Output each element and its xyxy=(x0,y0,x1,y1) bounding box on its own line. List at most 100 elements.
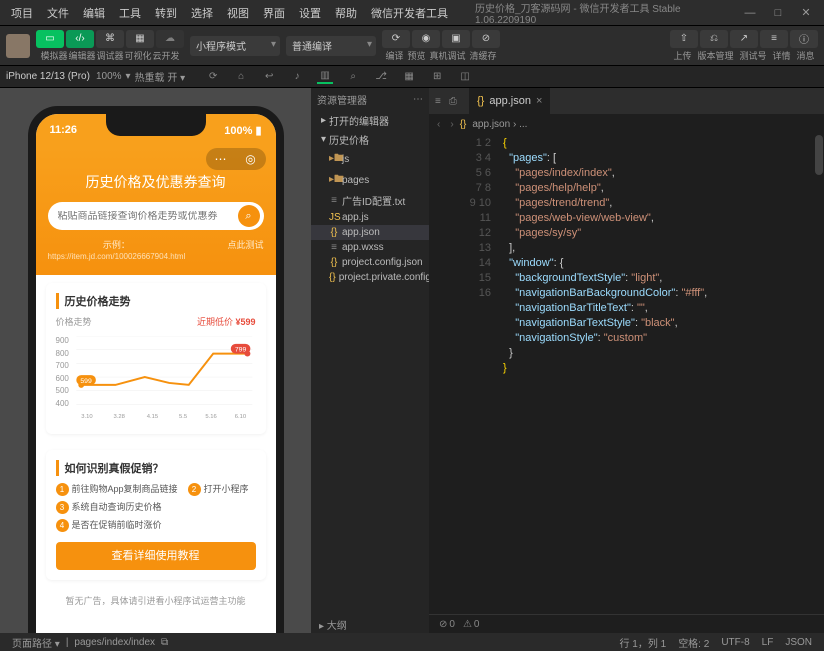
preview-button[interactable]: ◉ xyxy=(412,30,440,48)
ytick: 900 xyxy=(56,336,69,345)
sb-lang[interactable]: JSON xyxy=(779,637,818,648)
sb-pagepath[interactable]: pages/index/index xyxy=(68,637,161,648)
sb-search-icon[interactable]: ⌕ xyxy=(345,70,361,84)
sb-spaces[interactable]: 空格: 2 xyxy=(672,635,715,650)
compile-button[interactable]: ⟳ xyxy=(382,30,410,48)
tree-file-adtxt[interactable]: ≡广告ID配置.txt xyxy=(311,191,429,210)
tutorial-button[interactable]: 查看详细使用教程 xyxy=(56,542,256,570)
example-test-link[interactable]: 点此测试 xyxy=(227,238,263,261)
menu-edit[interactable]: 编辑 xyxy=(76,5,112,21)
minimize-button[interactable]: — xyxy=(736,3,764,23)
menu-select[interactable]: 选择 xyxy=(184,5,220,21)
tb-label-debugger: 调试器 xyxy=(96,49,123,62)
tree-file-appjson[interactable]: {}app.json xyxy=(311,225,429,240)
editor-scrollbar[interactable] xyxy=(814,134,824,614)
sb-cursor[interactable]: 行 1，列 1 xyxy=(614,635,673,650)
code-body[interactable]: { "pages": [ "pages/index/index", "pages… xyxy=(497,134,814,614)
lbl-upload: 上传 xyxy=(673,49,691,62)
outline-header[interactable]: ▸ 大纲 xyxy=(311,615,429,633)
menu-ui[interactable]: 界面 xyxy=(256,5,292,21)
svg-text:799: 799 xyxy=(235,347,247,354)
maximize-button[interactable]: □ xyxy=(764,3,792,23)
editor-pane: ≡ ⎙ {} app.json × ‹ › {} app.json › ... … xyxy=(429,88,824,633)
remote-debug-button[interactable]: ▣ xyxy=(442,30,470,48)
sb-back-icon[interactable]: ↩ xyxy=(261,70,277,84)
menu-project[interactable]: 项目 xyxy=(4,5,40,21)
test-account-button[interactable]: ↗ xyxy=(730,30,758,48)
miniprogram-capsule[interactable]: ⋯ ◎ xyxy=(206,148,266,170)
tree-file-projectprivate[interactable]: {}project.private.config.js… xyxy=(311,270,429,285)
tree-file-appjs[interactable]: JSapp.js xyxy=(311,210,429,225)
explorer-more-icon[interactable]: ⋯ xyxy=(413,94,423,105)
menu-goto[interactable]: 转到 xyxy=(148,5,184,21)
version-button[interactable]: ⎌ xyxy=(700,30,728,48)
capsule-close-icon[interactable]: ◎ xyxy=(244,152,258,166)
zoom-select[interactable]: 100% xyxy=(96,71,122,82)
search-row: ⌕ xyxy=(48,202,264,230)
chart-lowprice-label: 近期低价 xyxy=(197,317,233,327)
sb-eol[interactable]: LF xyxy=(756,637,780,648)
capsule-menu-icon[interactable]: ⋯ xyxy=(214,152,228,166)
details-button[interactable]: ≡ xyxy=(760,30,788,48)
scene-select[interactable]: 普通编译 xyxy=(286,36,376,56)
clear-cache-button[interactable]: ⊘ xyxy=(472,30,500,48)
message-button[interactable]: ⓘ xyxy=(790,30,818,48)
menu-file[interactable]: 文件 xyxy=(40,5,76,21)
copy-icon[interactable]: ⧉ xyxy=(161,637,168,648)
tree-file-projectconfig[interactable]: {}project.config.json xyxy=(311,255,429,270)
tree-folder-pages[interactable]: ▸🖿pages xyxy=(311,170,429,191)
editor-bookmark-icon[interactable]: ⎙ xyxy=(449,96,457,107)
visual-toggle[interactable]: ▦ xyxy=(126,30,154,48)
lbl-version: 版本管理 xyxy=(697,49,733,62)
tree-open-editors[interactable]: ▸ 打开的编辑器 xyxy=(311,111,429,130)
nav-back-icon[interactable]: ‹ xyxy=(437,119,440,130)
svg-text:3.28: 3.28 xyxy=(113,414,124,420)
simulator-optionbar: iPhone 12/13 (Pro) 100% ▾ 热重载 开 ▾ ⟳ ⌂ ↩ … xyxy=(0,66,824,88)
menu-help[interactable]: 帮助 xyxy=(328,5,364,21)
menu-settings[interactable]: 设置 xyxy=(292,5,328,21)
tree-folder-js[interactable]: ▸🖿js xyxy=(311,149,429,170)
lbl-msg: 消息 xyxy=(797,49,815,62)
ytick: 800 xyxy=(56,349,69,358)
sb-refresh-icon[interactable]: ⟳ xyxy=(205,70,221,84)
ad-note: 暂无广告，具体请引进看小程序试运营主功能 xyxy=(36,594,276,607)
upload-button[interactable]: ⇧ xyxy=(670,30,698,48)
editor-toggle[interactable]: ‹/› xyxy=(66,30,94,48)
search-button[interactable]: ⌕ xyxy=(238,205,260,227)
step-2: 2打开小程序 xyxy=(188,482,249,496)
sb-pagepath-label[interactable]: 页面路径 ▾ xyxy=(6,635,66,650)
close-button[interactable]: ✕ xyxy=(792,3,820,23)
debugger-toggle[interactable]: ⌘ xyxy=(96,30,124,48)
nav-fwd-icon[interactable]: › xyxy=(450,119,453,130)
breadcrumb-text[interactable]: app.json › ... xyxy=(472,119,527,130)
editor-list-icon[interactable]: ≡ xyxy=(435,96,441,107)
phone-frame: 11:26 100% ▮ ⋯ ◎ 历史价格及优惠券查询 ⌕ 示例： xyxy=(28,106,284,633)
avatar[interactable] xyxy=(6,34,30,58)
tab-appjson[interactable]: {} app.json × xyxy=(469,88,550,114)
simulator-toggle[interactable]: ▭ xyxy=(36,30,64,48)
search-input[interactable] xyxy=(58,211,238,222)
sb-page-icon[interactable]: ▥ xyxy=(317,70,333,84)
menu-tool[interactable]: 工具 xyxy=(112,5,148,21)
warnings-count[interactable]: ⚠ 0 xyxy=(463,619,480,630)
sb-branch-icon[interactable]: ⎇ xyxy=(373,70,389,84)
sb-mute-icon[interactable]: ♪ xyxy=(289,70,305,84)
menu-view[interactable]: 视图 xyxy=(220,5,256,21)
hotreload-toggle[interactable]: 热重载 开 ▾ xyxy=(135,69,186,84)
sb-home-icon[interactable]: ⌂ xyxy=(233,70,249,84)
errors-count[interactable]: ⊘ 0 xyxy=(439,619,455,630)
menu-devtools[interactable]: 微信开发者工具 xyxy=(364,5,455,21)
cloud-toggle[interactable]: ☁ xyxy=(156,30,184,48)
sb-bug-icon[interactable]: ⊞ xyxy=(429,70,445,84)
tree-project-root[interactable]: ▾ 历史价格 xyxy=(311,130,429,149)
sb-encoding[interactable]: UTF-8 xyxy=(715,637,755,648)
sb-ext-icon[interactable]: ◫ xyxy=(457,70,473,84)
sb-grid-icon[interactable]: ▦ xyxy=(401,70,417,84)
tab-close-icon[interactable]: × xyxy=(536,95,542,107)
tab-label: app.json xyxy=(489,95,531,107)
compile-mode-select[interactable]: 小程序模式 xyxy=(190,36,280,56)
tree-file-appwxss[interactable]: ≡app.wxss xyxy=(311,240,429,255)
tb-label-cloud: 云开发 xyxy=(153,49,180,62)
device-select[interactable]: iPhone 12/13 (Pro) xyxy=(6,71,90,82)
tb-label-sim: 模拟器 xyxy=(40,49,67,62)
